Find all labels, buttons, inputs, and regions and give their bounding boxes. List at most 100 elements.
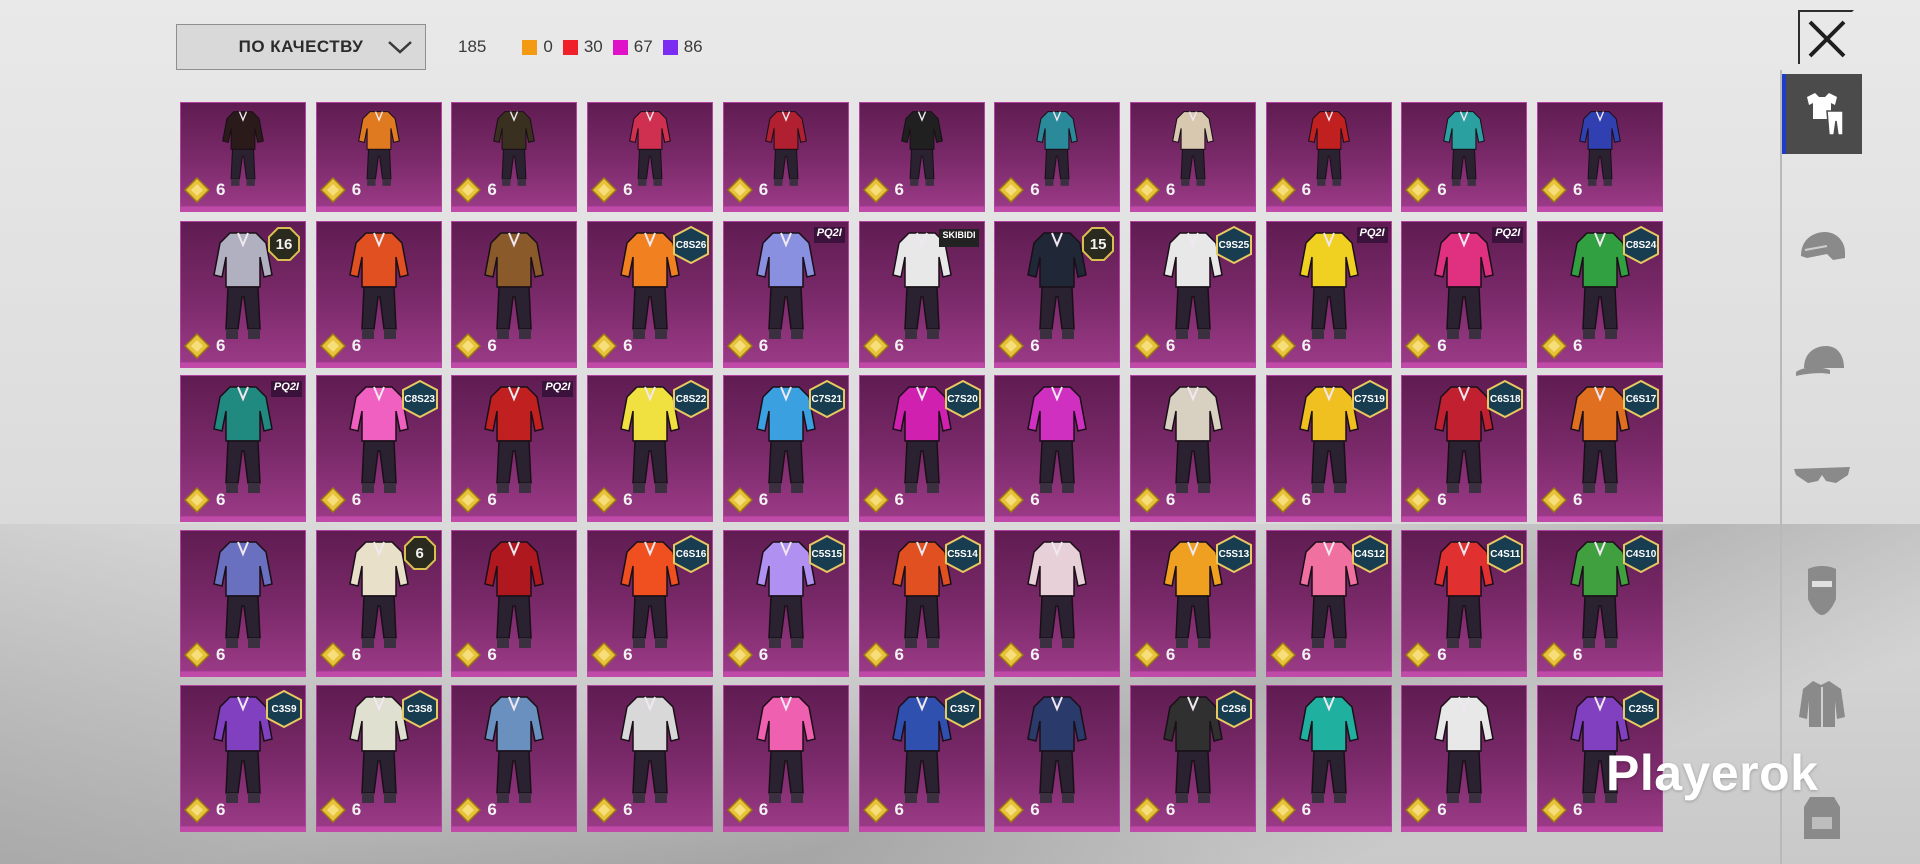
coin-icon	[184, 797, 210, 823]
outfit-card[interactable]: C4S10 6	[1537, 530, 1663, 677]
outfit-card[interactable]: 6	[722, 685, 849, 832]
outfit-card[interactable]: SKIBIDI 6	[858, 221, 985, 368]
outfit-card[interactable]: C8S22 6	[587, 375, 714, 522]
item-quantity-value: 6	[758, 180, 769, 199]
outfit-card[interactable]: 6	[1537, 102, 1663, 212]
item-quantity-value: 6	[758, 490, 769, 509]
outfit-card[interactable]: C3S9 6	[180, 685, 306, 832]
season-badge-label: C8S24	[1625, 239, 1657, 251]
outfit-card[interactable]: PQ2I 6	[1265, 221, 1392, 368]
sidebar-item-jacket[interactable]	[1782, 664, 1862, 744]
outfit-card[interactable]: 6	[994, 685, 1121, 832]
outfit-card[interactable]: C6S16 6	[587, 530, 714, 677]
outfit-card[interactable]: PQ2I 6	[451, 375, 578, 522]
event-badge: PQ2I	[270, 381, 302, 397]
total-count: 185	[458, 37, 487, 56]
item-quantity-value: 6	[487, 336, 497, 355]
outfit-card[interactable]: 6	[1129, 375, 1256, 522]
item-quantity-value: 6	[1301, 645, 1312, 664]
sidebar-item-mask[interactable]	[1782, 550, 1862, 630]
outfit-card[interactable]: C3S8 6	[315, 685, 442, 832]
coin-icon	[1541, 177, 1567, 203]
item-quantity-value: 6	[487, 645, 497, 664]
outfit-card[interactable]: PQ2I 6	[722, 221, 849, 368]
sidebar-item-helmet[interactable]	[1782, 208, 1862, 288]
season-badge: C7S19	[1350, 379, 1390, 419]
outfit-card[interactable]: C3S7 6	[858, 685, 985, 832]
outfit-card[interactable]: PQ2I 6	[180, 375, 306, 522]
outfit-card[interactable]: C5S14 6	[858, 530, 985, 677]
outfit-card[interactable]: 6	[1265, 685, 1392, 832]
stat-orange: 0	[522, 37, 553, 57]
outfit-card[interactable]: 6	[315, 221, 442, 368]
outfit-card[interactable]: C4S11 6	[1401, 530, 1528, 677]
coin-icon	[998, 642, 1025, 668]
outfit-card[interactable]: 6	[587, 102, 714, 212]
outfit-card[interactable]: 6	[1265, 102, 1392, 212]
outfit-card[interactable]: C5S15 6	[722, 530, 849, 677]
outfit-card[interactable]: 6	[1401, 102, 1528, 212]
sidebar-item-cap[interactable]	[1782, 322, 1862, 402]
item-quantity: 6	[184, 797, 225, 823]
item-quantity: 6	[455, 487, 497, 513]
outfit-card[interactable]: C8S24 6	[1537, 221, 1663, 368]
item-quantity: 6	[319, 333, 361, 359]
outfit-card[interactable]: 6	[994, 375, 1121, 522]
coin-icon	[726, 177, 753, 203]
outfit-card[interactable]: 6	[451, 530, 578, 677]
outfit-card[interactable]: 6	[994, 102, 1121, 212]
coin-icon	[998, 177, 1025, 203]
coin-icon	[998, 487, 1025, 513]
item-quantity-value: 6	[1573, 180, 1583, 199]
coin-icon	[319, 642, 346, 668]
item-quantity-value: 6	[758, 645, 769, 664]
outfit-card[interactable]: 6	[858, 102, 985, 212]
season-badge: C6S18	[1485, 379, 1525, 419]
season-badge: C8S23	[400, 379, 440, 419]
sidebar-item-glasses[interactable]	[1782, 436, 1862, 516]
outfit-card[interactable]: 6	[451, 102, 578, 212]
item-quantity-value: 6	[487, 490, 497, 509]
item-quantity-value: 6	[1437, 336, 1447, 355]
outfit-card[interactable]: 6	[180, 530, 306, 677]
item-quantity-value: 6	[1030, 336, 1040, 355]
outfit-card[interactable]: C4S12 6	[1265, 530, 1392, 677]
outfit-card[interactable]: 6	[451, 685, 578, 832]
outfit-card[interactable]: C5S13 6	[1129, 530, 1256, 677]
coin-icon	[319, 487, 346, 513]
outfit-card[interactable]: 6	[722, 102, 849, 212]
outfit-card[interactable]: 66	[315, 530, 442, 677]
outfit-card[interactable]: 6	[315, 102, 442, 212]
outfit-card[interactable]: C6S18 6	[1401, 375, 1528, 522]
outfit-card[interactable]: C9S25 6	[1129, 221, 1256, 368]
sidebar-item-outfit[interactable]	[1782, 74, 1862, 154]
outfit-card[interactable]: 6	[1401, 685, 1528, 832]
outfit-card[interactable]: 6	[180, 102, 306, 212]
sort-dropdown-label: ПО КАЧЕСТВУ	[238, 37, 364, 56]
outfit-card[interactable]: C7S20 6	[858, 375, 985, 522]
outfit-card[interactable]: C7S21 6	[722, 375, 849, 522]
season-badge: C8S24	[1621, 225, 1661, 265]
item-quantity-value: 6	[216, 490, 226, 509]
outfit-image	[755, 232, 816, 339]
outfit-image	[1434, 232, 1495, 339]
outfit-card[interactable]: C7S19 6	[1265, 375, 1392, 522]
sort-dropdown[interactable]: ПО КАЧЕСТВУ	[176, 24, 426, 70]
outfit-card[interactable]: C8S23 6	[315, 375, 442, 522]
item-quantity-value: 6	[623, 180, 633, 199]
item-quantity-value: 6	[351, 800, 362, 819]
outfit-card[interactable]: 6	[451, 221, 578, 368]
outfit-card[interactable]: 16 6	[180, 221, 306, 368]
outfit-card[interactable]: C6S17 6	[1537, 375, 1663, 522]
outfit-card[interactable]: 15 6	[994, 221, 1121, 368]
outfit-card[interactable]: PQ2I 6	[1401, 221, 1528, 368]
outfit-card[interactable]: 6	[587, 685, 714, 832]
outfit-card[interactable]: C8S26 6	[587, 221, 714, 368]
coin-icon	[319, 333, 346, 359]
season-badge: C7S20	[943, 379, 983, 419]
stat-pink: 67	[612, 37, 653, 57]
outfit-card[interactable]: 6	[994, 530, 1121, 677]
outfit-card[interactable]: C2S6 6	[1129, 685, 1256, 832]
outfit-card[interactable]: 6	[1129, 102, 1256, 212]
close-button[interactable]	[1798, 10, 1854, 64]
